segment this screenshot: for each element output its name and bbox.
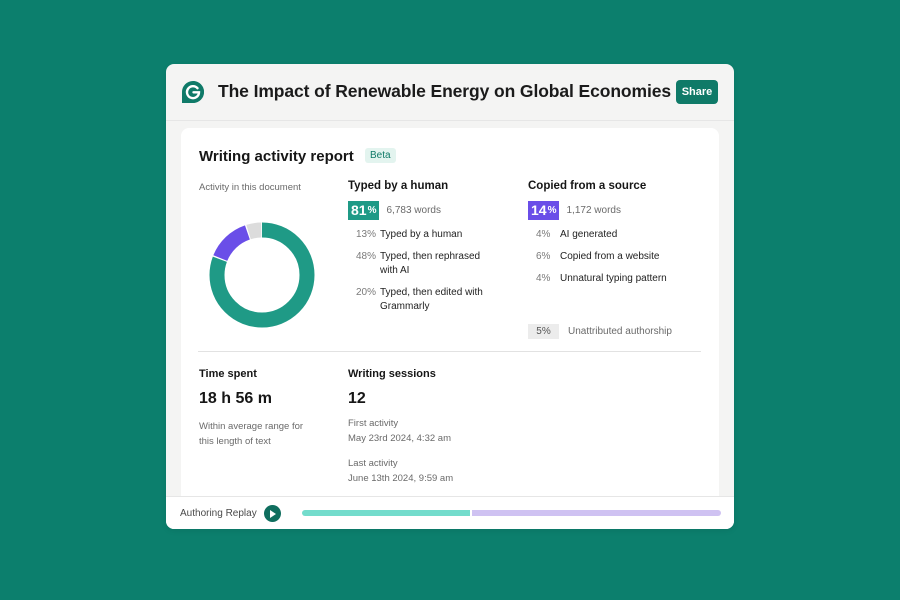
first-activity-date: May 23rd 2024, 4:32 am — [348, 433, 451, 444]
play-icon[interactable] — [264, 505, 281, 522]
typed-word-count: 6,783 words — [386, 205, 441, 216]
unattributed-label: Unattributed authorship — [568, 326, 672, 337]
row-percent: 6% — [536, 251, 551, 262]
row-percent: 13% — [356, 229, 377, 240]
row-label: Typed by a human — [380, 229, 463, 240]
beta-badge: Beta — [365, 148, 396, 163]
typed-row: 13% Typed by a human — [348, 228, 518, 242]
document-title: The Impact of Renewable Energy on Global… — [218, 81, 672, 101]
row-label: Copied from a website — [560, 251, 660, 262]
share-button[interactable]: Share — [676, 80, 718, 104]
section-divider — [198, 351, 701, 352]
typed-percent-badge: 81% — [348, 201, 380, 220]
report-title: Writing activity report — [199, 148, 354, 165]
copied-section-title: Copied from a source — [528, 180, 647, 192]
row-label: Typed, then edited with Grammarly — [380, 287, 483, 312]
time-spent-note: Within average range for this length of … — [199, 421, 304, 447]
writing-sessions-section: Writing sessions 12 First activity May 2… — [348, 368, 548, 486]
time-spent-value: 18 h 56 m — [199, 390, 272, 407]
copied-from-source-section: Copied from a source 14% 1,172 words 4% … — [528, 180, 708, 294]
row-percent: 4% — [536, 273, 551, 284]
row-percent: 48% — [356, 251, 377, 262]
typed-section-title: Typed by a human — [348, 180, 449, 192]
writing-activity-report: Writing activity report Beta Activity in… — [181, 128, 719, 496]
copied-percent-badge: 14% — [528, 201, 560, 220]
replay-progress-remaining — [471, 510, 721, 516]
first-activity-label: First activity — [348, 418, 399, 429]
grammarly-logo-icon — [182, 81, 204, 103]
row-percent: 4% — [536, 229, 551, 240]
typed-row: 20% Typed, then edited with Grammarly — [348, 286, 518, 314]
copied-summary: 14% 1,172 words — [528, 201, 708, 220]
copied-row: 6% Copied from a website — [528, 250, 708, 264]
activity-label: Activity in this document — [199, 182, 301, 193]
replay-timeline-slider[interactable] — [302, 510, 721, 516]
activity-donut-chart — [209, 222, 315, 328]
typed-summary: 81% 6,783 words — [348, 201, 518, 220]
copied-percent-value: 14 — [531, 202, 547, 218]
row-percent: 20% — [356, 287, 377, 298]
sessions-value: 12 — [348, 390, 366, 407]
time-spent-title: Time spent — [199, 368, 257, 380]
row-label: Typed, then rephrased with AI — [380, 251, 481, 276]
typed-percent-value: 81 — [351, 202, 367, 218]
copied-row: 4% AI generated — [528, 228, 708, 242]
copied-row: 4% Unnatural typing pattern — [528, 272, 708, 286]
authoring-replay-bar: Authoring Replay — [166, 496, 734, 529]
last-activity-date: June 13th 2024, 9:59 am — [348, 473, 454, 484]
typed-percent-symbol: % — [367, 205, 377, 216]
copied-word-count: 1,172 words — [566, 205, 621, 216]
unattributed-authorship: 5% Unattributed authorship — [528, 324, 672, 339]
authoring-replay-label: Authoring Replay — [180, 508, 257, 519]
last-activity-label: Last activity — [348, 458, 398, 469]
typed-by-human-section: Typed by a human 81% 6,783 words 13% Typ… — [348, 180, 518, 322]
sessions-title: Writing sessions — [348, 368, 436, 380]
replay-progress-played — [302, 510, 470, 516]
typed-row: 48% Typed, then rephrased with AI — [348, 250, 518, 278]
unattributed-percent: 5% — [528, 324, 559, 339]
document-header: The Impact of Renewable Energy on Global… — [166, 64, 734, 121]
document-window: The Impact of Renewable Energy on Global… — [166, 64, 734, 529]
copied-percent-symbol: % — [547, 205, 557, 216]
row-label: AI generated — [560, 229, 618, 240]
time-spent-section: Time spent 18 h 56 m Within average rang… — [199, 368, 339, 449]
row-label: Unnatural typing pattern — [560, 273, 667, 284]
